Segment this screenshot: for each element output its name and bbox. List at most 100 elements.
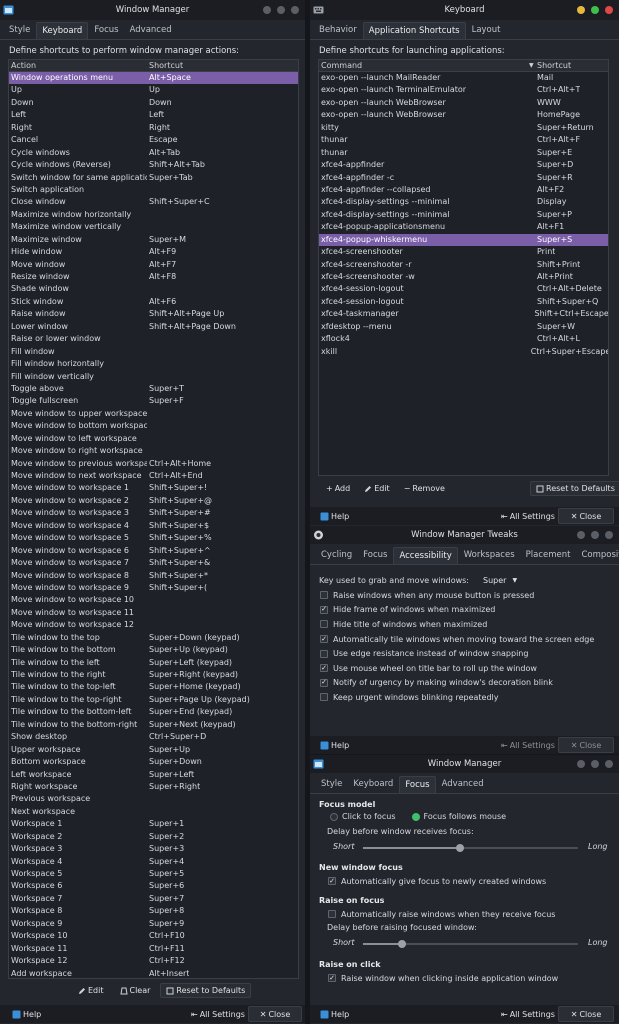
table-row[interactable]: Right Right [9, 122, 298, 134]
table-row[interactable]: Next workspace [9, 806, 298, 818]
help-button[interactable]: Help [314, 737, 355, 753]
table-row[interactable]: xfce4-screenshooter -r Shift+Print [319, 259, 608, 271]
table-row[interactable]: Move window Alt+F7 [9, 259, 298, 271]
table-row[interactable]: thunar Super+E [319, 147, 608, 159]
col-command[interactable]: Command [319, 60, 535, 71]
tab-accessibility[interactable]: Accessibility [393, 547, 458, 564]
accessibility-option[interactable]: ✓ Hide frame of windows when maximized [310, 603, 610, 618]
add-button[interactable]: + Add [320, 481, 356, 496]
table-row[interactable]: Move window to workspace 4 Shift+Super+$ [9, 520, 298, 532]
table-row[interactable]: xfce4-appfinder Super+D [319, 159, 608, 171]
table-row[interactable]: Previous workspace [9, 793, 298, 805]
minimize-button[interactable] [577, 760, 585, 768]
table-row[interactable]: exo-open --launch MailReader Mail [319, 72, 608, 84]
table-row[interactable]: Switch window for same application Super+… [9, 172, 298, 184]
edit-button[interactable]: Edit [358, 481, 396, 496]
table-row[interactable]: Move window to upper workspace [9, 408, 298, 420]
focus-delay-slider[interactable] [363, 844, 578, 852]
table-row[interactable]: Fill window horizontally [9, 358, 298, 370]
table-row[interactable]: Tile window to the top-left Super+Home (k… [9, 681, 298, 693]
table-row[interactable]: Shade window [9, 283, 298, 295]
table-row[interactable]: xfce4-display-settings --minimal Super+P [319, 209, 608, 221]
edit-button[interactable]: Edit [72, 983, 110, 998]
close-window-button[interactable] [605, 6, 613, 14]
tab-placement[interactable]: Placement [521, 547, 576, 564]
table-row[interactable]: Move window to workspace 5 Shift+Super+% [9, 532, 298, 544]
help-button[interactable]: Help [6, 1006, 47, 1022]
minimize-button[interactable] [263, 6, 271, 14]
accessibility-option[interactable]: Hide title of windows when maximized [310, 617, 610, 632]
table-row[interactable]: xfce4-screenshooter -w Alt+Print [319, 271, 608, 283]
tab-compositor[interactable]: Compositor [576, 547, 619, 564]
table-row[interactable]: xflock4 Ctrl+Alt+L [319, 333, 608, 345]
tab-advanced[interactable]: Advanced [125, 22, 177, 39]
minimize-button[interactable] [577, 6, 585, 14]
table-row[interactable]: Bottom workspace Super+Down [9, 756, 298, 768]
table-row[interactable]: Switch application [9, 184, 298, 196]
close-window-button[interactable] [605, 760, 613, 768]
remove-button[interactable]: − Remove [398, 481, 451, 496]
table-row[interactable]: Close window Shift+Super+C [9, 196, 298, 208]
tab-style[interactable]: Style [316, 776, 347, 793]
all-settings-button[interactable]: ⇤ All Settings [495, 737, 561, 753]
reset-defaults-button[interactable]: Reset to Defaults [160, 983, 252, 998]
table-row[interactable]: Move window to previous workspace Ctrl+Al… [9, 458, 298, 470]
minimize-button[interactable] [577, 531, 585, 539]
table-row[interactable]: Lower window Shift+Alt+Page Down [9, 321, 298, 333]
grab-key-select[interactable]: Super ▼ [479, 573, 521, 588]
maximize-button[interactable] [591, 531, 599, 539]
table-row[interactable]: Tile window to the top-right Super+Page U… [9, 694, 298, 706]
table-row[interactable]: Cycle windows Alt+Tab [9, 147, 298, 159]
raise-delay-knob[interactable] [397, 940, 406, 948]
table-row[interactable]: Tile window to the left Super+Left (keypa… [9, 657, 298, 669]
clear-button[interactable]: Clear [114, 983, 157, 998]
table-row[interactable]: Workspace 3 Super+3 [9, 843, 298, 855]
raise-delay-slider[interactable] [363, 940, 578, 948]
col-shortcut[interactable]: Shortcut [147, 60, 183, 71]
table-row[interactable]: Tile window to the bottom-left Super+End … [9, 706, 298, 718]
table-row[interactable]: Tile window to the right Super+Right (key… [9, 669, 298, 681]
kb-titlebar[interactable]: Keyboard [310, 0, 619, 20]
maximize-button[interactable] [591, 760, 599, 768]
help-button[interactable]: Help [314, 1006, 355, 1022]
shortcuts-table[interactable]: Command ▼ Shortcut exo-open --launch Mai… [318, 59, 609, 476]
col-action[interactable]: Action [9, 60, 147, 71]
table-row[interactable]: xfce4-screenshooter Print [319, 246, 608, 258]
close-button[interactable]: ✕ Close [558, 1006, 614, 1022]
table-row[interactable]: Move window to workspace 2 Shift+Super+@ [9, 495, 298, 507]
tab-cycling[interactable]: Cycling [316, 547, 357, 564]
table-row[interactable]: xfdesktop --menu Super+W [319, 321, 608, 333]
table-row[interactable]: Left Left [9, 109, 298, 121]
tab-behavior[interactable]: Behavior [314, 22, 362, 39]
table-row[interactable]: xfce4-taskmanager Shift+Ctrl+Escape [319, 308, 608, 320]
tab-workspaces[interactable]: Workspaces [459, 547, 520, 564]
table-row[interactable]: Workspace 10 Ctrl+F10 [9, 930, 298, 942]
table-row[interactable]: Tile window to the top Super+Down (keypad… [9, 632, 298, 644]
table-row[interactable]: Workspace 12 Ctrl+F12 [9, 955, 298, 967]
table-row[interactable]: Raise window Shift+Alt+Page Up [9, 308, 298, 320]
accessibility-option[interactable]: ✓ Automatically tile windows when moving … [310, 632, 610, 647]
table-row[interactable]: Show desktop Ctrl+Super+D [9, 731, 298, 743]
accessibility-option[interactable]: Raise windows when any mouse button is p… [310, 588, 610, 603]
tab-keyboard[interactable]: Keyboard [348, 776, 398, 793]
maximize-button[interactable] [277, 6, 285, 14]
tab-focus[interactable]: Focus [89, 22, 123, 39]
wm-titlebar[interactable]: Window Manager [0, 0, 305, 20]
table-row[interactable]: Move window to right workspace [9, 445, 298, 457]
close-button[interactable]: ✕ Close [248, 1006, 302, 1022]
table-row[interactable]: Upper workspace Super+Up [9, 744, 298, 756]
table-row[interactable]: Move window to workspace 11 [9, 607, 298, 619]
table-row[interactable]: exo-open --launch TerminalEmulator Ctrl+A… [319, 84, 608, 96]
table-row[interactable]: xfce4-appfinder -c Super+R [319, 172, 608, 184]
all-settings-button[interactable]: ⇤ All Settings [185, 1006, 251, 1022]
table-row[interactable]: Window operations menu Alt+Space [9, 72, 298, 85]
table-row[interactable]: Resize window Alt+F8 [9, 271, 298, 283]
table-row[interactable]: xfce4-popup-whiskermenu Super+S [319, 233, 608, 247]
tab-advanced[interactable]: Advanced [437, 776, 489, 793]
tab-style[interactable]: Style [4, 22, 35, 39]
table-row[interactable]: xfce4-session-logout Shift+Super+Q [319, 296, 608, 308]
close-window-button[interactable] [605, 531, 613, 539]
table-row[interactable]: Workspace 9 Super+9 [9, 918, 298, 930]
table-row[interactable]: Fill window vertically [9, 371, 298, 383]
table-row[interactable]: kitty Super+Return [319, 122, 608, 134]
